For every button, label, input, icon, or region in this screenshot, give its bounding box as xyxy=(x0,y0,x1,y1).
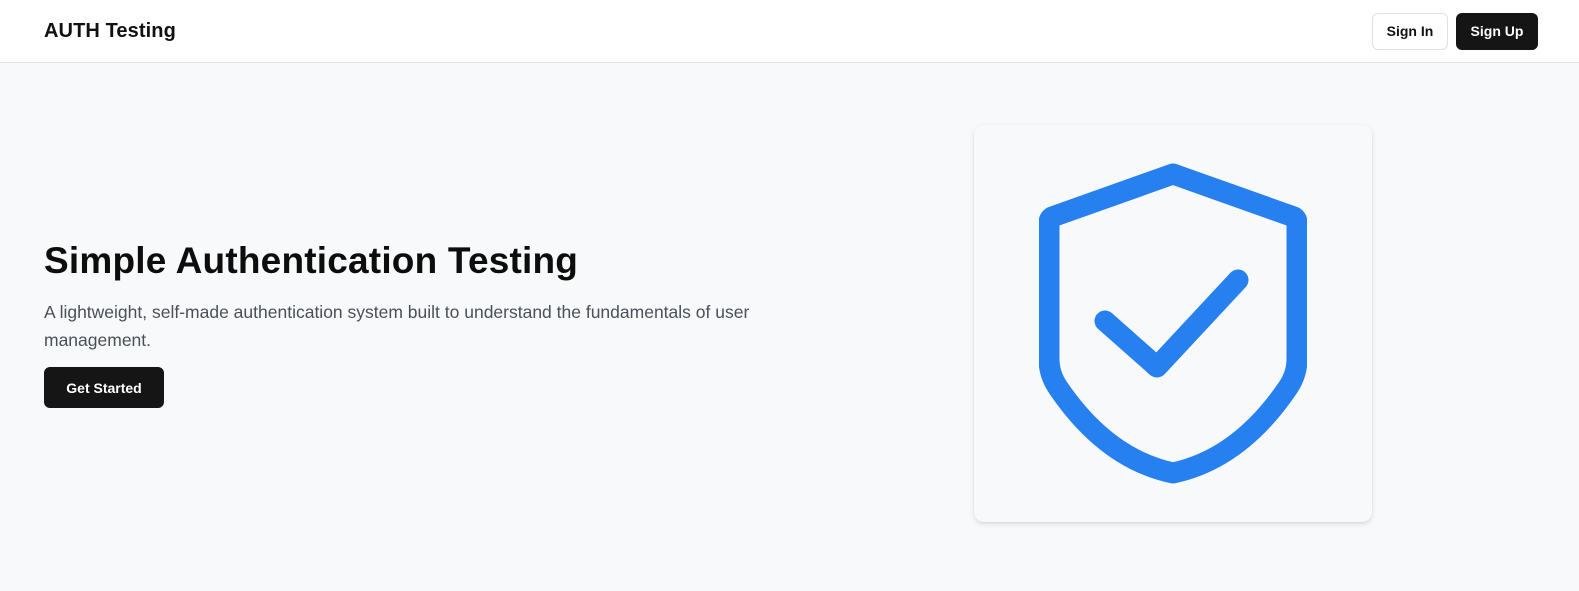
sign-up-button[interactable]: Sign Up xyxy=(1456,12,1538,50)
illustration-card xyxy=(974,125,1372,522)
top-navbar: AUTH Testing Sign In Sign Up xyxy=(0,0,1579,63)
get-started-button[interactable]: Get Started xyxy=(44,367,164,408)
hero-description: A lightweight, self-made authentication … xyxy=(44,302,750,350)
nav-actions: Sign In Sign Up xyxy=(1372,12,1538,50)
shield-check-icon xyxy=(1039,163,1307,485)
hero-title: Simple Authentication Testing xyxy=(44,240,579,281)
brand-logo[interactable]: AUTH Testing xyxy=(44,20,176,43)
sign-in-button[interactable]: Sign In xyxy=(1372,12,1448,50)
